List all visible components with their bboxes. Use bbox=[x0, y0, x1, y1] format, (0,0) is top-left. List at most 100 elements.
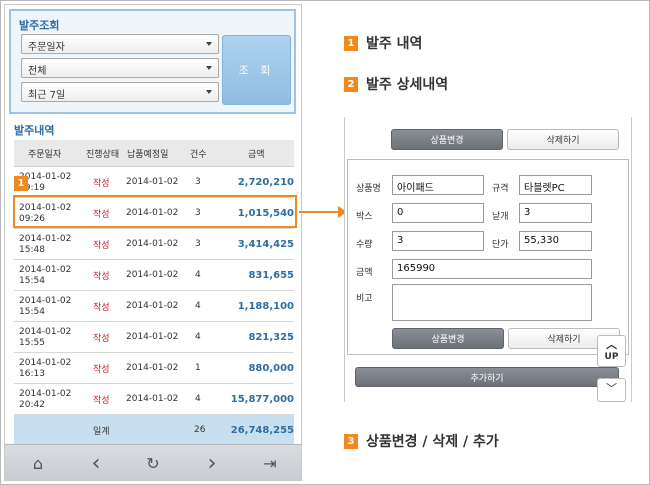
note-field[interactable] bbox=[392, 284, 592, 321]
search-button[interactable]: 조 회 bbox=[222, 35, 291, 105]
col-order-date: 주문일자 bbox=[28, 149, 62, 160]
change-product-button-top[interactable]: 상품변경 bbox=[391, 129, 503, 150]
search-panel: 발주조회 주문일자 전체 최근 7일 조 회 bbox=[9, 9, 296, 114]
row-status: 작성 bbox=[93, 395, 110, 406]
highlighted-row-frame bbox=[13, 195, 297, 228]
row-amount: 831,655 bbox=[248, 269, 294, 281]
row-date-time: 15:54 bbox=[19, 307, 45, 317]
label-qty: 수량 bbox=[356, 240, 373, 250]
forward-icon[interactable]: › bbox=[200, 451, 224, 476]
col-due-date: 납품예정일 bbox=[127, 149, 169, 160]
row-date: 2014-01-02 15:48 bbox=[19, 229, 71, 259]
row-status: 작성 bbox=[93, 178, 110, 189]
row-count: 4 bbox=[195, 301, 201, 311]
row-due-date: 2014-01-02 bbox=[126, 239, 179, 249]
scroll-up-button[interactable]: ︿ UP bbox=[597, 335, 626, 367]
order-table: 주문일자 진행상태 납품예정일 건수 금액 2014-01-02 09:19 작성 2… bbox=[14, 140, 294, 445]
footer-label: 일계 bbox=[93, 426, 110, 437]
row-date: 2014-01-02 15:54 bbox=[19, 291, 71, 321]
table-row[interactable]: 2014-01-02 15:48 작성 2014-01-02 3 3,414,425 bbox=[14, 229, 294, 260]
row-amount: 2,720,210 bbox=[237, 176, 294, 188]
scroll-down-button[interactable]: ﹀ bbox=[597, 378, 626, 402]
row-date: 2014-01-02 20:42 bbox=[19, 384, 71, 414]
row-date: 2014-01-02 15:54 bbox=[19, 260, 71, 290]
table-row[interactable]: 2014-01-02 20:42 작성 2014-01-02 4 15,877,000 bbox=[14, 384, 294, 415]
status-select[interactable]: 전체 bbox=[21, 58, 219, 78]
home-icon[interactable]: ⌂ bbox=[26, 451, 50, 475]
callout-text-2: 발주 상세내역 bbox=[366, 77, 449, 93]
product-name-field[interactable]: 아이패드 bbox=[392, 175, 484, 195]
change-product-button[interactable]: 상품변경 bbox=[392, 328, 504, 349]
row-amount: 15,877,000 bbox=[230, 393, 294, 405]
add-button[interactable]: 추가하기 bbox=[355, 367, 619, 387]
period-select[interactable]: 최근 7일 bbox=[21, 82, 219, 102]
table-row[interactable]: 2014-01-02 16:13 작성 2014-01-02 1 880,000 bbox=[14, 353, 294, 384]
table-header: 주문일자 진행상태 납품예정일 건수 금액 bbox=[14, 140, 294, 167]
table-row[interactable]: 2014-01-02 09:19 작성 2014-01-02 3 2,720,210 bbox=[14, 167, 294, 198]
each-field[interactable]: 3 bbox=[519, 203, 592, 223]
spec-field[interactable]: 타블렛PC bbox=[519, 175, 592, 195]
label-spec: 규격 bbox=[492, 184, 509, 194]
row-amount: 821,325 bbox=[248, 331, 294, 343]
date-type-select[interactable]: 주문일자 bbox=[21, 34, 219, 54]
row-date: 2014-01-02 15:55 bbox=[19, 322, 71, 352]
callout-badge-2: 2 bbox=[344, 76, 358, 92]
row-date-day: 2014-01-02 bbox=[19, 265, 72, 275]
label-box: 박스 bbox=[356, 212, 373, 222]
period-value: 최근 7일 bbox=[28, 90, 66, 101]
row-status: 작성 bbox=[93, 333, 110, 344]
qty-field[interactable]: 3 bbox=[392, 231, 484, 251]
refresh-icon[interactable]: ↻ bbox=[141, 451, 165, 475]
row-date-day: 2014-01-02 bbox=[19, 234, 72, 244]
table-row[interactable]: 2014-01-02 15:54 작성 2014-01-02 4 831,655 bbox=[14, 260, 294, 291]
chevron-down-icon bbox=[206, 42, 212, 46]
label-price: 단가 bbox=[492, 240, 509, 250]
chevron-down-icon bbox=[206, 66, 212, 70]
row-status: 작성 bbox=[93, 271, 110, 282]
row-due-date: 2014-01-02 bbox=[126, 394, 179, 404]
row-date-day: 2014-01-02 bbox=[19, 389, 72, 399]
chevron-down-icon: ﹀ bbox=[606, 382, 617, 395]
callout-title-1: 1 발주 내역 bbox=[344, 33, 422, 53]
product-form: 상품명 아이패드 규격 타블렛PC 박스 0 낱개 3 수량 3 단가 55,3… bbox=[347, 159, 629, 355]
row-date-time: 15:54 bbox=[19, 276, 45, 286]
exit-icon[interactable]: ⇥ bbox=[258, 451, 282, 475]
back-icon[interactable]: ‹ bbox=[84, 451, 108, 476]
callout-title-2: 2 발주 상세내역 bbox=[344, 74, 448, 94]
callout-text-1: 발주 내역 bbox=[366, 36, 423, 52]
row-due-date: 2014-01-02 bbox=[126, 177, 179, 187]
box-field[interactable]: 0 bbox=[392, 203, 484, 223]
row-date-time: 16:13 bbox=[19, 369, 45, 379]
order-list-screen: 발주조회 주문일자 전체 최근 7일 조 회 발주내역 주문일자 진행상태 납품… bbox=[4, 4, 302, 481]
callout-text-3: 상품변경 / 삭제 / 추가 bbox=[366, 434, 499, 450]
table-row[interactable]: 2014-01-02 15:54 작성 2014-01-02 4 1,188,100 bbox=[14, 291, 294, 322]
row-status: 작성 bbox=[93, 302, 110, 313]
row-date: 2014-01-02 16:13 bbox=[19, 353, 71, 383]
row-amount: 880,000 bbox=[248, 362, 294, 374]
callout-arrow-line bbox=[299, 211, 341, 213]
row-date-day: 2014-01-02 bbox=[19, 296, 72, 306]
callout-badge-1b: 1 bbox=[344, 35, 358, 51]
price-field[interactable]: 55,330 bbox=[519, 231, 592, 251]
row-amount: 1,188,100 bbox=[237, 300, 294, 312]
search-title: 발주조회 bbox=[19, 19, 60, 32]
row-status: 작성 bbox=[93, 364, 110, 375]
label-product: 상품명 bbox=[356, 184, 381, 194]
up-label: UP bbox=[604, 352, 619, 362]
label-each: 낱개 bbox=[492, 212, 509, 222]
list-title: 발주내역 bbox=[14, 124, 55, 137]
row-count: 4 bbox=[195, 394, 201, 404]
delete-button-top[interactable]: 삭제하기 bbox=[507, 129, 619, 150]
status-value: 전체 bbox=[28, 66, 47, 77]
row-amount: 3,414,425 bbox=[237, 238, 294, 250]
table-row[interactable]: 2014-01-02 15:55 작성 2014-01-02 4 821,325 bbox=[14, 322, 294, 353]
label-note: 비고 bbox=[356, 294, 373, 304]
row-count: 3 bbox=[195, 239, 201, 249]
amount-field[interactable]: 165990 bbox=[392, 259, 592, 279]
col-amount: 금액 bbox=[248, 149, 265, 160]
footer-amount: 26,748,255 bbox=[230, 424, 294, 436]
callout-title-3: 3 상품변경 / 삭제 / 추가 bbox=[344, 431, 499, 451]
col-count: 건수 bbox=[190, 149, 207, 160]
bottom-nav: ⌂ ‹ ↻ › ⇥ bbox=[5, 444, 301, 480]
row-count: 3 bbox=[195, 177, 201, 187]
